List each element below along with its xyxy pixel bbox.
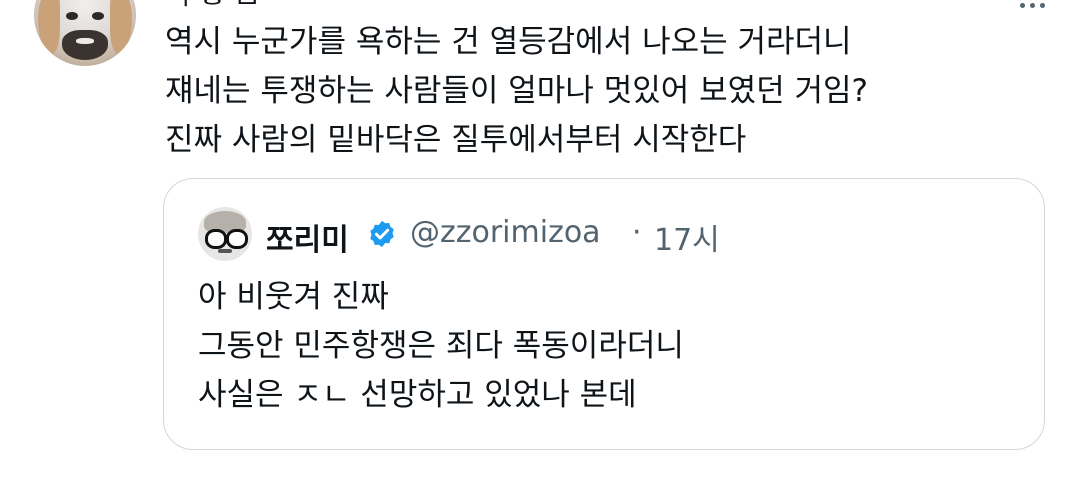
more-horizontal-icon[interactable] <box>1010 0 1054 10</box>
more-dot <box>1039 2 1045 8</box>
meta-separator: · <box>632 215 642 250</box>
quoted-avatar-glasses-right <box>226 229 248 249</box>
avatar-eye-left <box>66 12 78 20</box>
quoted-avatar-glasses-left <box>205 229 227 249</box>
more-dot <box>1029 2 1035 8</box>
avatar-hair-right <box>110 0 132 54</box>
avatar-eye-right <box>92 12 104 20</box>
tweet-text-line: 진짜 사람의 밑바닥은 질투에서부터 시작한다 <box>165 122 747 158</box>
quoted-display-name[interactable]: 쪼리미 <box>266 215 349 259</box>
quoted-tweet-card[interactable]: 쪼리미 @zzorimizoa · 17시 아 비웃겨 진짜 그동안 민주항쟁은… <box>163 178 1045 450</box>
quoted-tweet-text: 아 비웃겨 진짜 그동안 민주항쟁은 죄다 폭동이라더니 사실은 ㅈㄴ 선망하고… <box>198 273 1018 420</box>
tweet-text-line: 역시 누군가를 욕하는 건 열등감에서 나오는 거라더니 <box>165 24 852 60</box>
tweet-text-line: 쟤네는 투쟁하는 사람들이 얼마나 멋있어 보였던 거임? <box>165 73 869 109</box>
user-avatar[interactable] <box>34 0 136 66</box>
avatar-hair-left <box>38 0 60 54</box>
more-dot <box>1019 2 1025 8</box>
quoted-text-line: 사실은 ㅈㄴ 선망하고 있었나 본데 <box>198 377 637 413</box>
quoted-handle[interactable]: @zzorimizoa <box>410 215 601 250</box>
quoted-avatar-mouth <box>218 249 232 253</box>
quoted-text-line: 그동안 민주항쟁은 죄다 폭동이라더니 <box>198 328 684 364</box>
avatar-beard <box>62 30 108 60</box>
quoted-user-avatar[interactable] <box>198 207 252 261</box>
quoted-text-line: 아 비웃겨 진짜 <box>198 279 389 315</box>
verified-badge-icon <box>370 220 394 248</box>
avatar-mouth <box>76 38 94 44</box>
quoted-timestamp[interactable]: 17시 <box>654 215 720 259</box>
tweet-text: 역시 누군가를 욕하는 건 열등감에서 나오는 거라더니 쟤네는 투쟁하는 사람… <box>165 18 1045 165</box>
